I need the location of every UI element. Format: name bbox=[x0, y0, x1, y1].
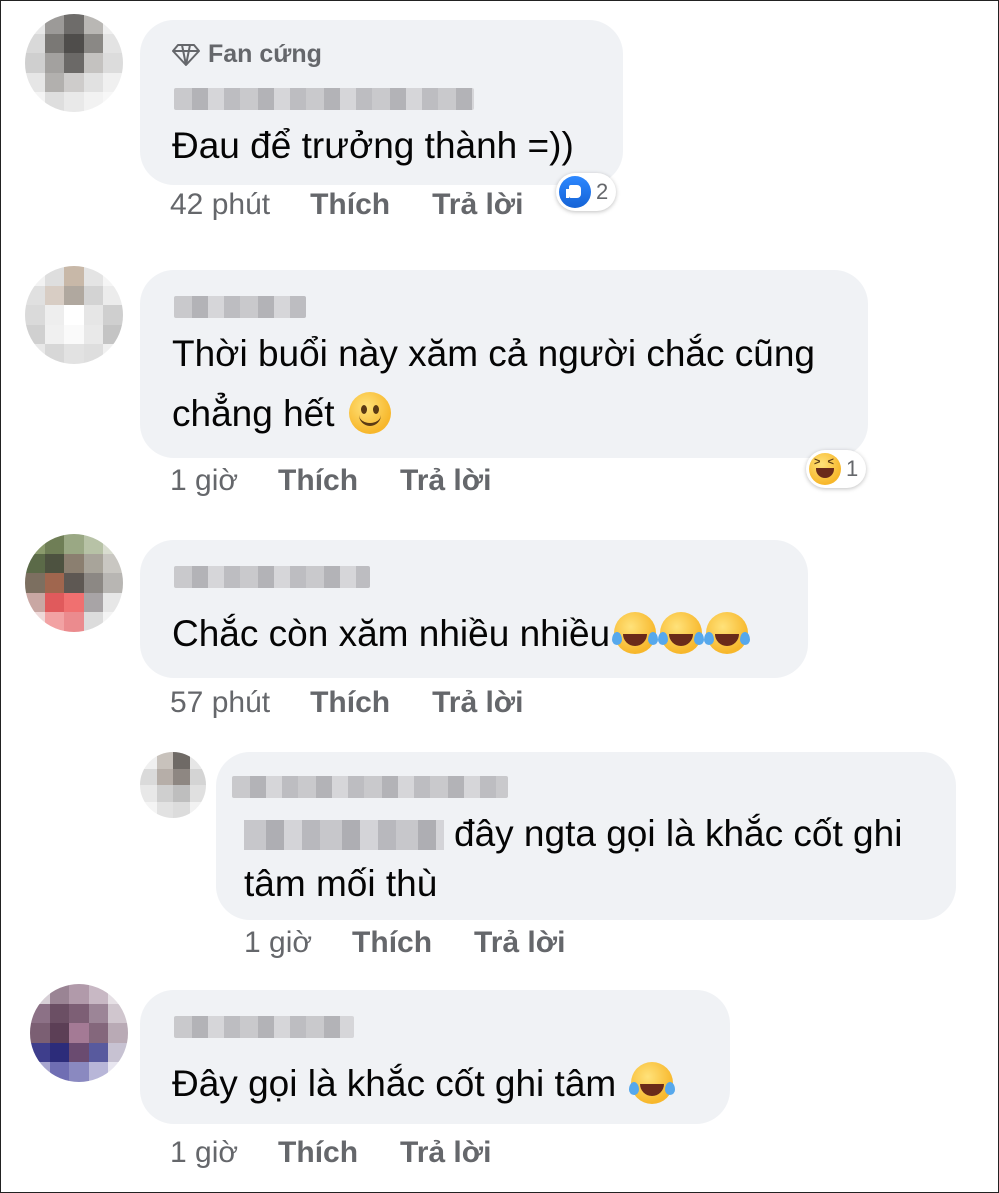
reaction-summary[interactable]: 1 bbox=[806, 450, 867, 488]
reply-text-line-2: tâm mối thù bbox=[244, 863, 438, 904]
avatar[interactable] bbox=[25, 266, 123, 364]
blurred-commenter-name[interactable] bbox=[174, 566, 370, 588]
comment-meta: 1 giờ Thích Trả lời bbox=[170, 1136, 533, 1170]
fan-badge: Fan cứng bbox=[172, 40, 322, 69]
reaction-count: 1 bbox=[846, 456, 859, 481]
blurred-commenter-name[interactable] bbox=[174, 88, 474, 110]
reply-bubble: đây ngta gọi là khắc cốt ghi tâm mối thù bbox=[216, 752, 956, 920]
comment-bubble: Fan cứng Đau để trưởng thành =)) bbox=[140, 20, 623, 185]
reply-button[interactable]: Trả lời bbox=[432, 686, 523, 719]
diamond-icon bbox=[172, 43, 200, 66]
slight-smile-emoji-icon bbox=[348, 392, 391, 434]
comment-text: Đây gọi là khắc cốt ghi tâm bbox=[172, 1056, 675, 1112]
like-button[interactable]: Thích bbox=[278, 464, 358, 497]
comment-time[interactable]: 1 giờ bbox=[170, 464, 238, 497]
blurred-commenter-name[interactable] bbox=[174, 1016, 354, 1038]
comment-time[interactable]: 57 phút bbox=[170, 686, 270, 719]
like-button[interactable]: Thích bbox=[310, 686, 390, 719]
haha-icon bbox=[809, 453, 841, 485]
like-button[interactable]: Thích bbox=[352, 926, 432, 959]
tears-of-joy-emoji-icon bbox=[628, 1062, 675, 1104]
reaction-count: 2 bbox=[596, 179, 609, 204]
comment-text-line-2-label: chẳng hết bbox=[172, 393, 335, 434]
comment-time[interactable]: 1 giờ bbox=[170, 1136, 238, 1169]
blurred-mention-tag[interactable] bbox=[244, 820, 444, 850]
like-icon bbox=[559, 176, 591, 208]
reaction-summary[interactable]: 2 bbox=[556, 173, 617, 211]
comment-text: Đau để trưởng thành =)) bbox=[172, 125, 574, 166]
comment-text-line-1: Thời buổi này xăm cả người chắc cũng bbox=[172, 333, 816, 374]
comment-meta: 1 giờ Thích Trả lời bbox=[170, 464, 533, 498]
like-button[interactable]: Thích bbox=[310, 188, 390, 221]
blurred-commenter-name[interactable] bbox=[232, 776, 508, 798]
comment-bubble: Thời buổi này xăm cả người chắc cũng chẳ… bbox=[140, 270, 868, 458]
reply-text-line-1: đây ngta gọi là khắc cốt ghi bbox=[244, 806, 902, 862]
avatar[interactable] bbox=[25, 14, 123, 112]
avatar[interactable] bbox=[25, 534, 123, 632]
reply-text-line-1-label: đây ngta gọi là khắc cốt ghi bbox=[454, 813, 903, 854]
reply-button[interactable]: Trả lời bbox=[400, 464, 491, 497]
reply-button[interactable]: Trả lời bbox=[432, 188, 523, 221]
avatar[interactable] bbox=[140, 752, 206, 818]
comment-bubble: Đây gọi là khắc cốt ghi tâm bbox=[140, 990, 730, 1124]
comment-text-label: Chắc còn xăm nhiều nhiều bbox=[172, 613, 611, 654]
tears-of-joy-emoji-icon bbox=[704, 612, 751, 654]
badge-label: Fan cứng bbox=[208, 40, 322, 68]
avatar[interactable] bbox=[30, 984, 128, 1082]
reply-button[interactable]: Trả lời bbox=[400, 1136, 491, 1169]
comment-bubble: Chắc còn xăm nhiều nhiều bbox=[140, 540, 808, 678]
tears-of-joy-emoji-icon bbox=[612, 612, 659, 654]
comment-text-line-2: chẳng hết bbox=[172, 386, 391, 442]
comment-text-label: Đây gọi là khắc cốt ghi tâm bbox=[172, 1063, 617, 1104]
comment-meta: 57 phút Thích Trả lời bbox=[170, 686, 565, 720]
comment-time[interactable]: 42 phút bbox=[170, 188, 270, 221]
reply-time[interactable]: 1 giờ bbox=[244, 926, 312, 959]
tears-of-joy-emoji-icon bbox=[658, 612, 705, 654]
comment-text: Chắc còn xăm nhiều nhiều bbox=[172, 606, 751, 662]
comment-meta: 42 phút Thích Trả lời bbox=[170, 188, 565, 222]
blurred-commenter-name[interactable] bbox=[174, 296, 306, 318]
reply-button[interactable]: Trả lời bbox=[474, 926, 565, 959]
reply-meta: 1 giờ Thích Trả lời bbox=[244, 926, 607, 960]
like-button[interactable]: Thích bbox=[278, 1136, 358, 1169]
